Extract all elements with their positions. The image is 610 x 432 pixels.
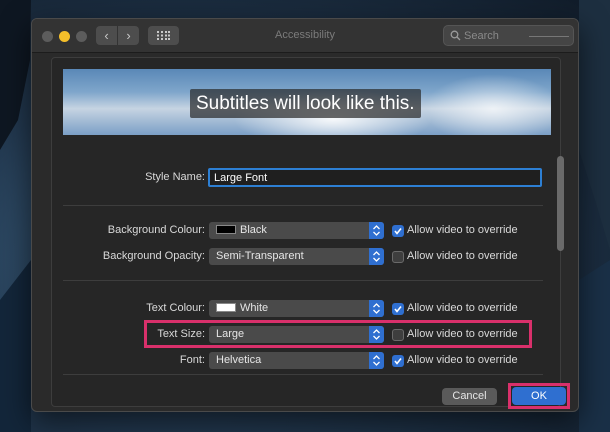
subtitle-style-sheet: Subtitles will look like this. Style Nam…	[51, 57, 570, 409]
background-opacity-override-label[interactable]: Allow video to override	[407, 250, 518, 262]
colour-swatch	[216, 303, 236, 312]
popup-arrows-icon	[369, 248, 384, 265]
search-input[interactable]	[464, 28, 524, 43]
search-underline	[529, 36, 569, 37]
divider	[63, 205, 543, 206]
background-colour-override-label[interactable]: Allow video to override	[407, 224, 518, 236]
checkmark-icon	[394, 228, 402, 235]
search-icon	[450, 30, 461, 41]
text-colour-override-label[interactable]: Allow video to override	[407, 302, 518, 314]
text-colour-value: White	[240, 302, 269, 314]
search-field[interactable]	[443, 25, 574, 46]
font-override-label[interactable]: Allow video to override	[407, 354, 518, 366]
font-override-checkbox[interactable]	[392, 355, 404, 367]
subtitle-preview: Subtitles will look like this.	[63, 69, 551, 135]
text-size-highlight	[144, 320, 532, 348]
ok-button-highlight	[508, 383, 570, 409]
style-name-input[interactable]	[208, 168, 542, 187]
style-name-label: Style Name:	[145, 171, 205, 183]
checkmark-icon	[394, 306, 402, 313]
popup-arrows-icon	[369, 300, 384, 317]
popup-arrows-icon	[369, 222, 384, 239]
background-colour-popup[interactable]: Black	[209, 222, 384, 239]
divider	[63, 280, 543, 281]
scrollbar-thumb[interactable]	[557, 156, 564, 251]
subtitle-sample-text: Subtitles will look like this.	[190, 89, 421, 118]
text-colour-override-checkbox[interactable]	[392, 303, 404, 315]
title-bar: ‹ › Accessibility	[32, 19, 578, 53]
background-opacity-label: Background Opacity:	[102, 250, 205, 262]
font-popup[interactable]: Helvetica	[209, 352, 384, 369]
cancel-button[interactable]: Cancel	[442, 388, 497, 405]
font-value: Helvetica	[216, 354, 262, 366]
background-opacity-value: Semi-Transparent	[216, 250, 304, 262]
text-colour-label: Text Colour:	[146, 302, 205, 314]
background-opacity-override-checkbox[interactable]	[392, 251, 404, 263]
divider	[63, 374, 543, 375]
checkmark-icon	[394, 358, 402, 365]
cloud-decoration	[423, 74, 551, 135]
font-label: Font:	[179, 354, 205, 366]
background-colour-label: Background Colour:	[107, 224, 205, 236]
colour-swatch	[216, 225, 236, 234]
background-colour-value: Black	[240, 224, 267, 236]
popup-arrows-icon	[369, 352, 384, 369]
background-opacity-popup[interactable]: Semi-Transparent	[209, 248, 384, 265]
text-colour-popup[interactable]: White	[209, 300, 384, 317]
preferences-window: ‹ › Accessibility Subtitles w	[31, 18, 579, 412]
background-colour-override-checkbox[interactable]	[392, 225, 404, 237]
